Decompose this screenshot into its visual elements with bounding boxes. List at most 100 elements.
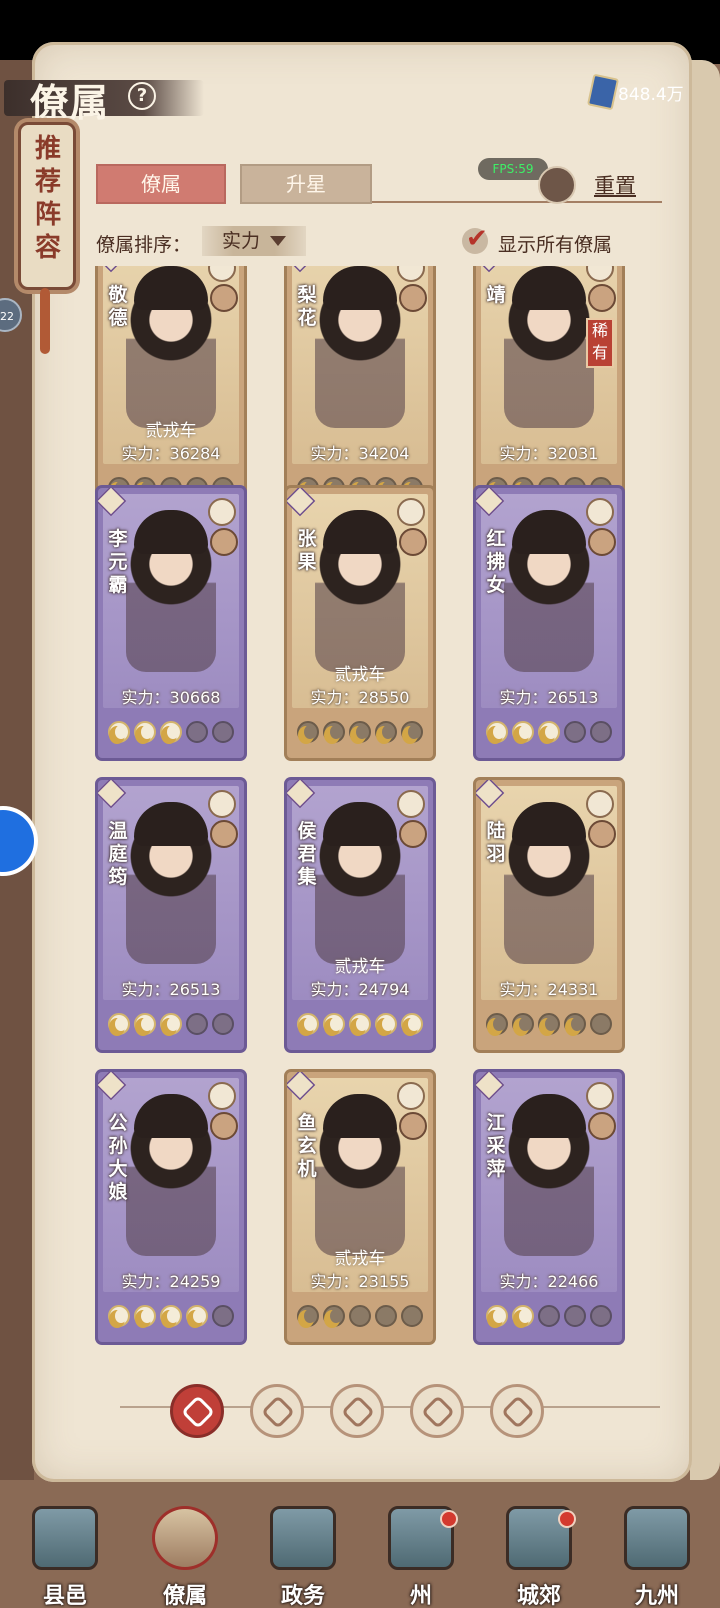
moon-star-filled-icon [375, 1013, 397, 1035]
nav-item-0[interactable]: 县邑 [20, 1506, 110, 1608]
currency-display[interactable]: 848.4万 [586, 73, 714, 111]
skill-type-icon [586, 790, 614, 818]
moon-star-filled-icon [512, 721, 534, 743]
fps-counter: FPS:59 [478, 158, 548, 180]
official-name: 红拂女 [486, 528, 506, 596]
nav-label: 州 [409, 1583, 432, 1608]
question-circle-icon[interactable]: ? [128, 82, 156, 110]
moon-star-empty-icon [186, 721, 208, 743]
recommended-lineup-banner[interactable]: 推 荐 阵 容 [18, 122, 76, 290]
official-card[interactable]: 鱼玄机 贰戎车 实力：23155 [287, 1072, 433, 1342]
star-rating [103, 714, 239, 750]
official-power: 实力：24794 [310, 980, 410, 999]
official-card[interactable]: 侯君集贰戎车实力：24794 [287, 780, 433, 1050]
skill-type-icon [586, 498, 614, 526]
official-card[interactable]: 红拂女 实力：26513 [476, 488, 622, 758]
partner-portrait-icon [588, 820, 616, 848]
skill-type-icon [397, 790, 425, 818]
filter-military-bell[interactable] [250, 1384, 304, 1438]
moon-star-empty-icon [212, 1305, 234, 1327]
filter-lion[interactable] [490, 1384, 544, 1438]
official-card[interactable]: 公孙大娘 实力：24259 [98, 1072, 244, 1342]
official-card[interactable]: 靖稀有 实力：32031 [476, 266, 622, 514]
official-power: 实力：28550 [310, 688, 410, 707]
moon-star-filled-icon [323, 1305, 345, 1327]
official-card[interactable]: 张果 贰戎车 实力：28550 [287, 488, 433, 758]
city-gate-icon [32, 1506, 98, 1570]
moon-star-empty-icon [186, 1013, 208, 1035]
official-rank: 贰戎车 [334, 665, 386, 685]
moon-star-filled-icon [108, 1305, 130, 1327]
currency-value: 848.4万 [618, 85, 684, 105]
moon-star-filled-icon [160, 721, 182, 743]
filter-beast[interactable] [330, 1384, 384, 1438]
moon-star-empty-icon [538, 1305, 560, 1327]
partner-portrait-icon [210, 528, 238, 556]
official-rank: 贰戎车 [145, 421, 197, 441]
nav-item-2[interactable]: 政务 [258, 1506, 348, 1608]
nav-item-3[interactable]: 州 [376, 1506, 466, 1608]
moon-star-filled-icon [108, 1013, 130, 1035]
star-rating [481, 714, 617, 750]
moon-star-filled-icon [160, 1305, 182, 1327]
officials-grid[interactable]: 敬德 贰戎车 实力：36284 梨花 实力：34204 靖稀有 实力：32031 李元霸 实力：… [90, 266, 650, 1356]
nav-item-1[interactable]: 僚属 [140, 1506, 230, 1608]
moon-star-filled-icon [486, 1013, 508, 1035]
moon-star-filled-icon [538, 1013, 560, 1035]
moon-star-filled-icon [134, 721, 156, 743]
book-page-right-edge [690, 60, 720, 1480]
notification-dot [440, 1510, 458, 1528]
official-card[interactable]: 陆羽 实力：24331 [476, 780, 622, 1050]
moon-star-filled-icon [401, 1013, 423, 1035]
show-all-label[interactable]: 显示所有僚属 [498, 230, 612, 257]
official-card[interactable]: 敬德 贰戎车 实力：36284 [98, 266, 244, 514]
tassel-ornament [40, 288, 50, 354]
official-name: 陆羽 [486, 820, 506, 865]
official-card[interactable]: 李元霸 实力：30668 [98, 488, 244, 758]
tab-upgrade-star[interactable]: 升星 [240, 164, 372, 204]
moon-star-filled-icon [486, 1305, 508, 1327]
official-name: 敬德 [108, 284, 128, 329]
moon-star-empty-icon [212, 721, 234, 743]
partner-portrait-icon [399, 1112, 427, 1140]
skill-type-icon [208, 1082, 236, 1110]
filter-fan[interactable] [410, 1384, 464, 1438]
nav-item-4[interactable]: 城郊 [494, 1506, 584, 1608]
page-title: 僚属 [30, 80, 111, 125]
skill-type-icon [208, 790, 236, 818]
moon-star-empty-icon [590, 1013, 612, 1035]
recommended-lineup-label: 推 荐 阵 容 [34, 134, 61, 263]
rare-tag: 稀有 [586, 318, 614, 368]
official-card[interactable]: 梨花 实力：34204 [287, 266, 433, 514]
skill-type-icon [397, 498, 425, 526]
official-rank: 贰戎车 [334, 957, 386, 977]
moon-star-empty-icon [212, 1013, 234, 1035]
moon-star-filled-icon [108, 721, 130, 743]
checkmark-icon[interactable]: ✔ [466, 224, 488, 254]
reset-button[interactable]: 重置 [594, 170, 636, 200]
official-card[interactable]: 江采萍 实力：22466 [476, 1072, 622, 1342]
official-name: 侯君集 [297, 820, 317, 888]
star-rating [292, 1298, 428, 1334]
nav-label: 县邑 [42, 1583, 87, 1608]
star-rating [481, 1298, 617, 1334]
moon-star-filled-icon [512, 1305, 534, 1327]
chevron-down-icon[interactable] [270, 236, 286, 246]
sort-dropdown[interactable]: 实力 [202, 226, 306, 256]
moon-star-filled-icon [486, 721, 508, 743]
official-card[interactable]: 温庭筠 实力：26513 [98, 780, 244, 1050]
filter-all-diamond[interactable] [170, 1384, 224, 1438]
reset-icon[interactable] [538, 166, 576, 204]
skill-type-icon [586, 1082, 614, 1110]
moon-star-filled-icon [297, 1305, 319, 1327]
partner-portrait-icon [588, 528, 616, 556]
nav-item-5[interactable]: 九州 [612, 1506, 702, 1608]
partner-portrait-icon [210, 1112, 238, 1140]
official-name: 鱼玄机 [297, 1112, 317, 1180]
partner-portrait-icon [399, 528, 427, 556]
notification-dot [558, 1510, 576, 1528]
documents-icon [270, 1506, 336, 1570]
moon-star-empty-icon [564, 1305, 586, 1327]
tab-officials[interactable]: 僚属 [96, 164, 226, 204]
moon-star-filled-icon [401, 721, 423, 743]
